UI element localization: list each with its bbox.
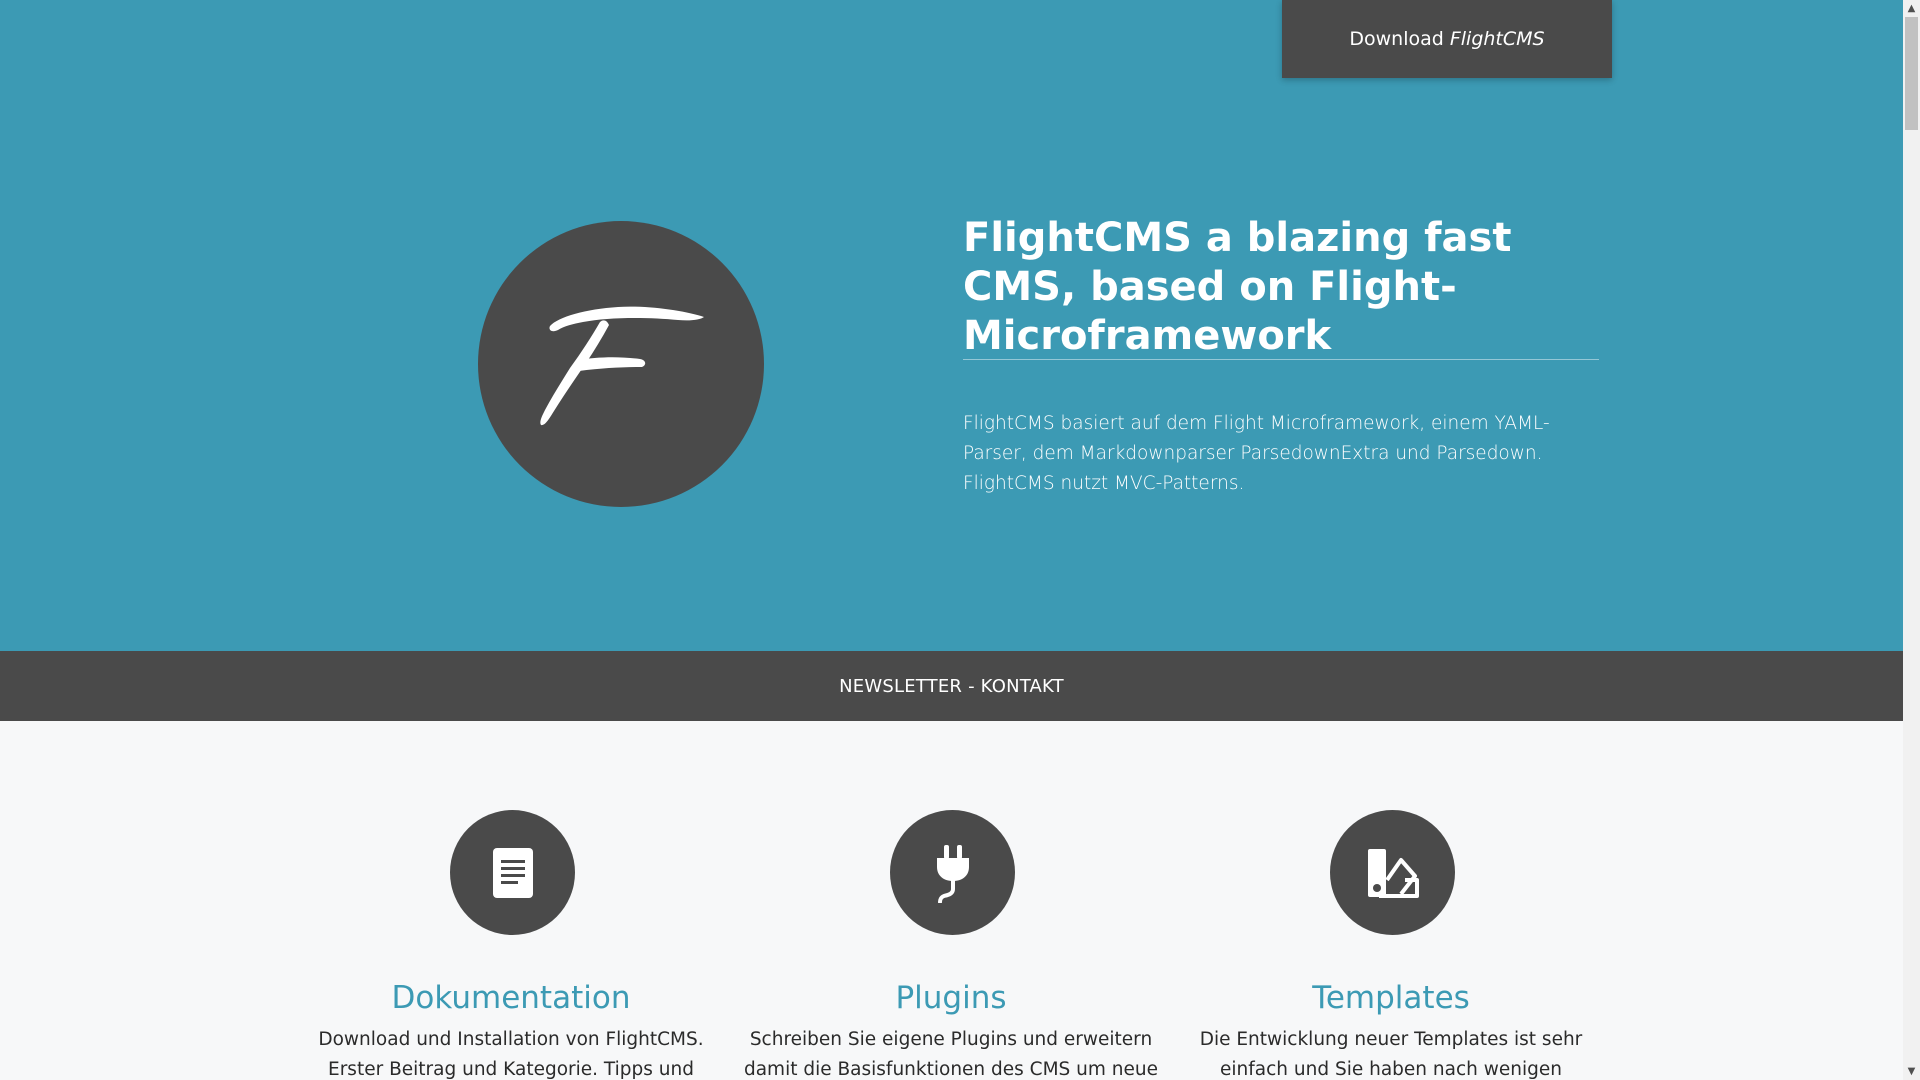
hero-title: FlightCMS a blazing fast CMS, based on F… — [963, 215, 1512, 359]
hero-divider — [963, 359, 1599, 360]
scroll-up-arrow-icon[interactable]: ▲ — [1903, 0, 1920, 17]
download-button-brand: FlightCMS — [1449, 28, 1545, 50]
page: Download FlightCMS F FlightCMS a blazing… — [0, 0, 1903, 1080]
scrollbar-thumb[interactable] — [1905, 17, 1918, 130]
feature-text-plugins: Schreiben Sie eigene Plugins und erweite… — [743, 1029, 1159, 1080]
scroll-down-arrow-icon[interactable]: ▼ — [1903, 1063, 1920, 1080]
logo-f-icon: F — [540, 306, 704, 426]
newsletter-contact-link[interactable]: NEWSLETTER - KONTAKT — [839, 676, 1064, 697]
feature-title-plugins[interactable]: Plugins — [731, 976, 1171, 1020]
feature-text-templates: Die Entwicklung neuer Templates ist sehr… — [1199, 1029, 1583, 1080]
document-icon — [450, 810, 575, 935]
main-navbar: NEWSLETTER - KONTAKT — [0, 651, 1903, 721]
download-button-label: Download — [1349, 28, 1444, 50]
feature-text-dokumentation: Download und Installation von FlightCMS.… — [318, 1029, 704, 1080]
vertical-scrollbar[interactable]: ▲ ▼ — [1903, 0, 1920, 1080]
feature-title-templates[interactable]: Templates — [1171, 976, 1611, 1020]
feature-title-dokumentation[interactable]: Dokumentation — [291, 976, 731, 1020]
swatchbook-icon — [1330, 810, 1455, 935]
flightcms-logo: F — [478, 221, 764, 507]
hero-description: FlightCMS basiert auf dem Flight Microfr… — [963, 413, 1550, 494]
download-button[interactable]: Download FlightCMS — [1282, 0, 1612, 78]
plug-icon — [890, 810, 1015, 935]
hero-section: Download FlightCMS F FlightCMS a blazing… — [0, 0, 1903, 651]
